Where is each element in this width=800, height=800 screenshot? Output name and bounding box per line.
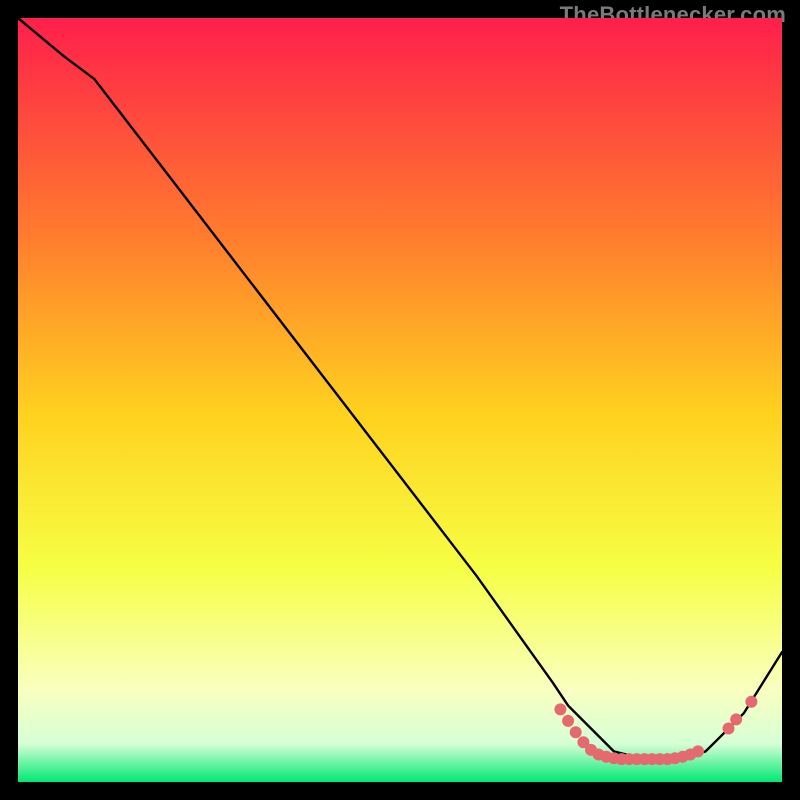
curve-marker xyxy=(562,715,574,727)
curve-marker xyxy=(692,745,704,757)
curve-marker xyxy=(723,723,735,735)
curve-marker xyxy=(554,703,566,715)
bottleneck-chart xyxy=(18,18,782,782)
curve-marker xyxy=(570,726,582,738)
curve-marker xyxy=(745,696,757,708)
chart-stage: TheBottlenecker.com xyxy=(0,0,800,800)
gradient-background xyxy=(18,18,782,782)
curve-marker xyxy=(730,713,742,725)
